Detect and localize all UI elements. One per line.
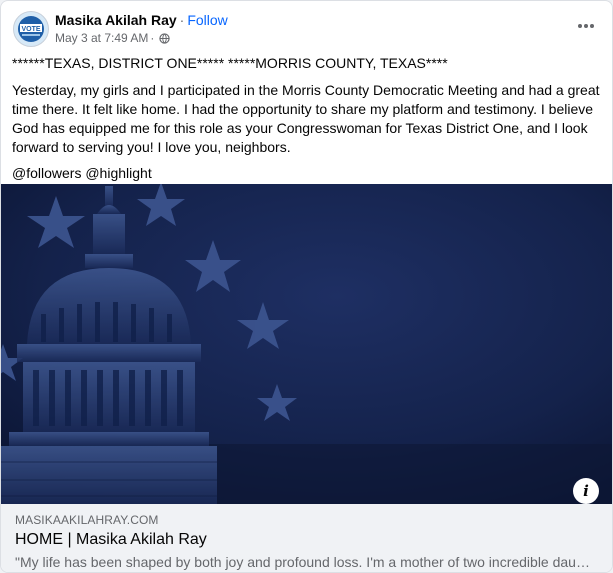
link-preview[interactable]: MASIKAAKILAHRAY.COM HOME | Masika Akilah… [1, 504, 612, 572]
follow-button[interactable]: Follow [187, 12, 227, 28]
post-image[interactable]: i [1, 184, 612, 504]
post-message: ******TEXAS, DISTRICT ONE***** *****MORR… [12, 54, 604, 183]
separator-dot: · [179, 12, 185, 28]
info-icon: i [583, 482, 589, 500]
post-meta: May 3 at 7:49 AM · [55, 31, 171, 45]
link-domain: MASIKAAKILAHRAY.COM [15, 513, 159, 527]
author-row: Masika Akilah Ray · Follow [55, 12, 228, 29]
meta-separator: · [150, 31, 155, 45]
capitol-dome-image [1, 184, 612, 504]
globe-icon[interactable] [159, 32, 171, 44]
post-timestamp[interactable]: May 3 at 7:49 AM [55, 31, 148, 45]
more-options-button[interactable] [574, 14, 598, 38]
post-card: VOTE Masika Akilah Ray · Follow May 3 at 7… [0, 0, 613, 573]
vote-badge-icon: VOTE [14, 12, 48, 46]
avatar-text: VOTE [21, 26, 40, 33]
image-info-button[interactable]: i [573, 478, 599, 504]
link-description: "My life has been shaped by both joy and… [15, 554, 595, 570]
more-horizontal-icon [578, 24, 594, 28]
post-tags[interactable]: @followers @highlight [12, 164, 604, 183]
author-name[interactable]: Masika Akilah Ray [55, 12, 177, 28]
post-headline: ******TEXAS, DISTRICT ONE***** *****MORR… [12, 55, 448, 71]
link-title[interactable]: HOME | Masika Akilah Ray [15, 530, 207, 550]
post-header: VOTE Masika Akilah Ray · Follow May 3 at 7… [1, 1, 612, 51]
author-avatar[interactable]: VOTE [13, 11, 49, 47]
post-body: Yesterday, my girls and I participated i… [12, 82, 600, 155]
